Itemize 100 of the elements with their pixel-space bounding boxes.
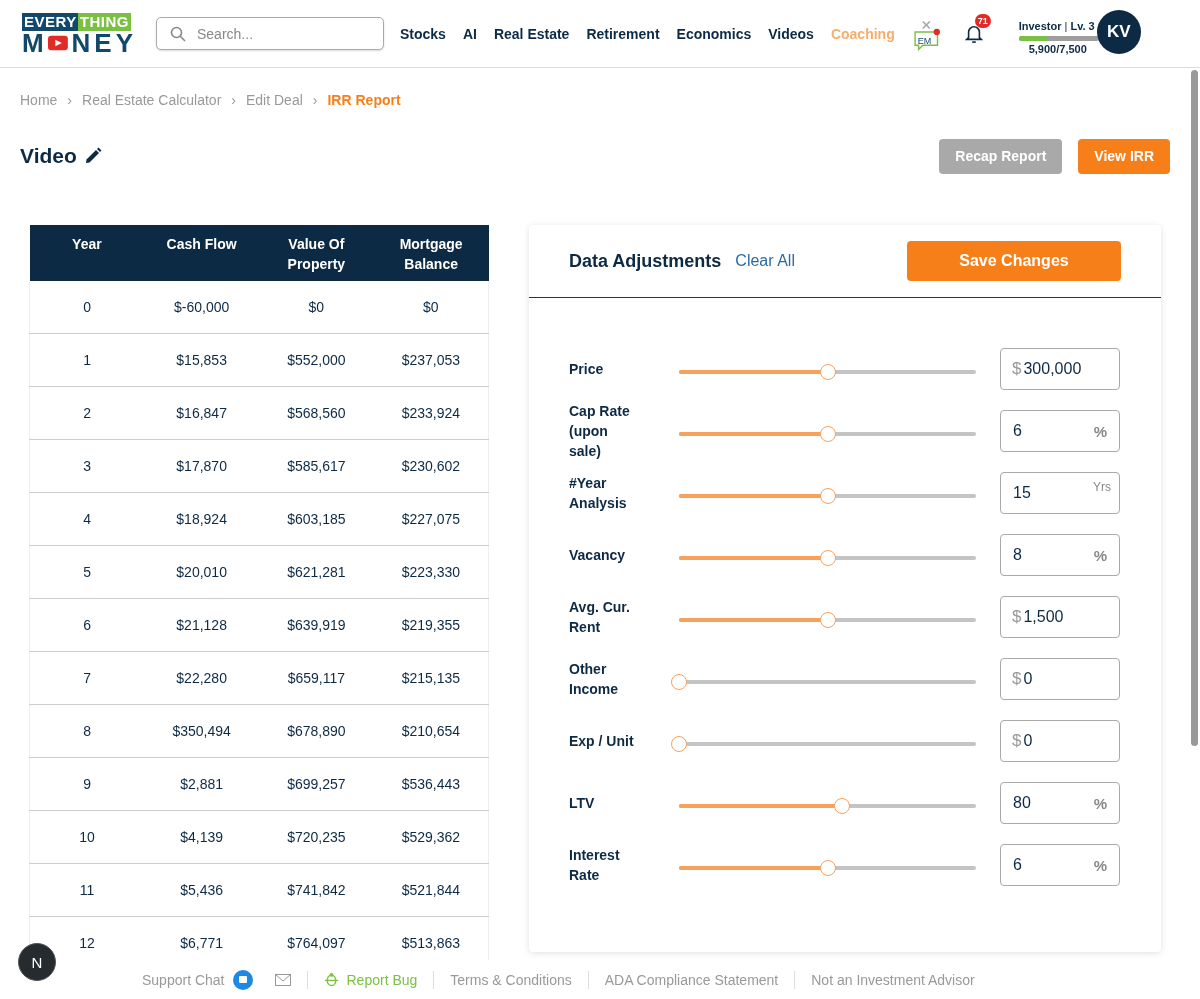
unit-label: $: [1012, 731, 1022, 751]
field-value: 300,000: [1023, 360, 1082, 378]
nav-link[interactable]: Real Estate: [493, 25, 570, 42]
clear-link[interactable]: Clear All: [735, 252, 795, 270]
scrollbar[interactable]: [1191, 70, 1198, 746]
field-value: 8: [1013, 546, 1022, 564]
table-cell: 11: [29, 863, 145, 917]
table-cell: $603,185: [259, 492, 374, 546]
logo[interactable]: EVERY THING M NEY: [22, 12, 137, 55]
input-field[interactable]: 6 %: [1000, 844, 1120, 886]
input-field[interactable]: 15 Yrs: [1000, 472, 1120, 514]
field-label: Vacancy: [569, 546, 627, 565]
unit-label: $: [1012, 359, 1022, 379]
column-header: Value Of Property: [259, 225, 374, 281]
table-cell: $18,924: [144, 492, 259, 546]
table-cell: 1: [29, 333, 145, 387]
field-label: Exp / Unit: [569, 732, 635, 751]
field-label: Other Income: [569, 660, 619, 699]
column-header: Year: [29, 225, 145, 281]
input-field[interactable]: $0: [1000, 658, 1120, 700]
field-label: #Year Analysis: [569, 474, 628, 513]
notification-count: 71: [974, 13, 991, 28]
table-cell: 7: [29, 651, 145, 705]
field-value: 0: [1023, 670, 1033, 688]
table-cell: $15,853: [144, 333, 259, 387]
field-value: 15: [1013, 484, 1031, 502]
nav-link[interactable]: AI: [462, 25, 477, 42]
table-cell: 5: [29, 545, 145, 599]
search-icon: [170, 26, 186, 42]
column-header: Mortgage Balance: [373, 225, 489, 281]
table-cell: $720,235: [259, 810, 374, 864]
chevron-icon: ›: [67, 92, 73, 108]
table-cell: $233,924: [373, 386, 489, 440]
field-value: 1,500: [1023, 608, 1064, 626]
bell-icon[interactable]: [964, 23, 983, 44]
field-label: Price: [569, 360, 605, 379]
table-cell: $639,919: [259, 598, 374, 652]
unit-label: Yrs: [1093, 480, 1111, 494]
chevron-icon: ›: [312, 92, 318, 108]
input-field[interactable]: 80 %: [1000, 782, 1120, 824]
chat-icon[interactable]: [232, 969, 253, 990]
field-value: 6: [1013, 422, 1022, 440]
input-field[interactable]: $0: [1000, 720, 1120, 762]
column-header: Cash Flow: [144, 225, 259, 281]
table-cell: $227,075: [373, 492, 489, 546]
bug-icon: [323, 972, 339, 987]
table-cell: $237,053: [373, 333, 489, 387]
table-cell: $5,436: [144, 863, 259, 917]
field-label: LTV: [569, 794, 596, 813]
nav-link[interactable]: Retirement: [586, 25, 660, 42]
table-cell: $0: [373, 281, 489, 334]
nav-link[interactable]: Economics: [676, 25, 752, 42]
panel-title: Data Adjustments: [569, 250, 722, 272]
table-cell: $552,000: [259, 333, 374, 387]
table-cell: $210,654: [373, 704, 489, 758]
nav-link[interactable]: Stocks: [400, 25, 446, 42]
unit-label: %: [1093, 856, 1107, 874]
table-cell: $16,847: [144, 386, 259, 440]
table-cell: $536,443: [373, 757, 489, 811]
field-label: Avg. Cur. Rent: [569, 598, 631, 637]
input-field[interactable]: $300,000: [1000, 348, 1120, 390]
chevron-icon: ›: [231, 92, 236, 108]
table-cell: $568,560: [259, 386, 374, 440]
table-cell: $741,842: [259, 863, 374, 917]
table-cell: $230,602: [373, 439, 489, 493]
table-cell: $21,128: [144, 598, 259, 652]
table-cell: $2,881: [144, 757, 259, 811]
table-cell: $17,870: [144, 439, 259, 493]
table-cell: $4,139: [144, 810, 259, 864]
table-cell: $585,617: [259, 439, 374, 493]
page-title: Video: [20, 144, 77, 168]
field-label: Cap Rate (upon sale): [569, 402, 631, 461]
table-cell: 4: [29, 492, 145, 546]
table-cell: 8: [29, 704, 145, 758]
search-field[interactable]: Search...: [156, 17, 384, 50]
input-field[interactable]: 6 %: [1000, 410, 1120, 452]
nav-link[interactable]: Videos: [768, 25, 814, 42]
table-cell: $-60,000: [144, 281, 259, 334]
unit-label: $: [1012, 607, 1022, 627]
help-button[interactable]: N: [18, 943, 56, 981]
mail-icon[interactable]: [274, 973, 291, 986]
input-field[interactable]: 8 %: [1000, 534, 1120, 576]
table-cell: $678,890: [259, 704, 374, 758]
table-cell: 6: [29, 598, 145, 652]
table-cell: $699,257: [259, 757, 374, 811]
table-cell: 9: [29, 757, 145, 811]
field-value: 0: [1023, 732, 1033, 750]
table-cell: 3: [29, 439, 145, 493]
avatar[interactable]: KV: [1096, 9, 1141, 54]
table-cell: $215,135: [373, 651, 489, 705]
table-cell: $22,280: [144, 651, 259, 705]
table-cell: $350,494: [144, 704, 259, 758]
table-cell: $521,844: [373, 863, 489, 917]
unit-label: %: [1093, 794, 1107, 812]
field-value: 6: [1013, 856, 1022, 874]
unit-label: $: [1012, 669, 1022, 689]
input-field[interactable]: $1,500: [1000, 596, 1120, 638]
table-cell: $219,355: [373, 598, 489, 652]
field-value: 80: [1013, 794, 1031, 812]
unit-label: %: [1093, 422, 1107, 440]
